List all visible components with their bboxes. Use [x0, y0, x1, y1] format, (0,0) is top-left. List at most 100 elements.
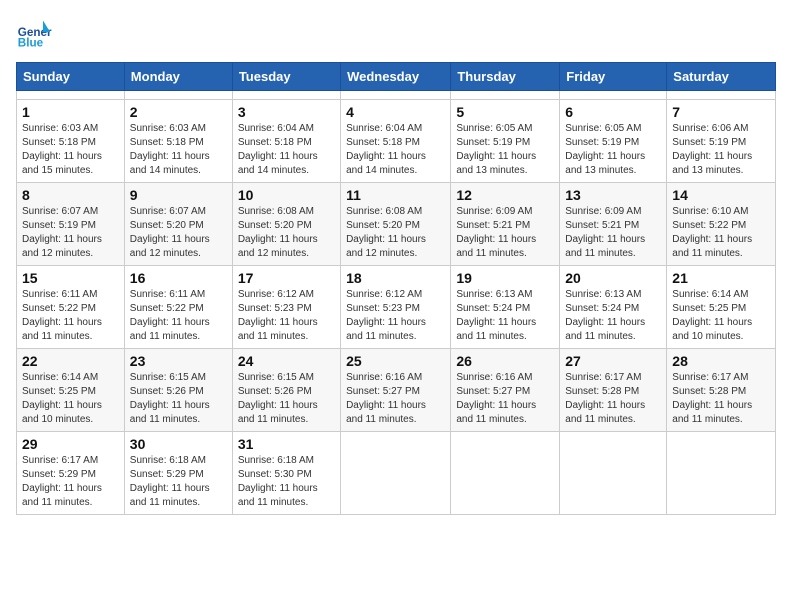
logo: General Blue	[16, 16, 56, 52]
day-number: 2	[130, 104, 227, 120]
day-number: 3	[238, 104, 335, 120]
empty-cell	[451, 91, 560, 100]
day-number: 17	[238, 270, 335, 286]
day-detail: Sunrise: 6:13 AMSunset: 5:24 PMDaylight:…	[565, 289, 645, 342]
dow-header-saturday: Saturday	[667, 63, 776, 91]
day-number: 16	[130, 270, 227, 286]
day-detail: Sunrise: 6:17 AMSunset: 5:28 PMDaylight:…	[672, 372, 752, 425]
day-detail: Sunrise: 6:05 AMSunset: 5:19 PMDaylight:…	[456, 123, 536, 176]
day-number: 4	[346, 104, 445, 120]
day-number: 6	[565, 104, 661, 120]
day-detail: Sunrise: 6:16 AMSunset: 5:27 PMDaylight:…	[346, 372, 426, 425]
empty-cell	[667, 432, 776, 515]
day-number: 29	[22, 436, 119, 452]
calendar-row-6: 29 Sunrise: 6:17 AMSunset: 5:29 PMDaylig…	[17, 432, 776, 515]
day-cell-28: 28 Sunrise: 6:17 AMSunset: 5:28 PMDaylig…	[667, 349, 776, 432]
day-detail: Sunrise: 6:08 AMSunset: 5:20 PMDaylight:…	[238, 206, 318, 259]
day-cell-19: 19 Sunrise: 6:13 AMSunset: 5:24 PMDaylig…	[451, 266, 560, 349]
day-number: 11	[346, 187, 445, 203]
day-detail: Sunrise: 6:14 AMSunset: 5:25 PMDaylight:…	[672, 289, 752, 342]
calendar-row-4: 15 Sunrise: 6:11 AMSunset: 5:22 PMDaylig…	[17, 266, 776, 349]
day-cell-24: 24 Sunrise: 6:15 AMSunset: 5:26 PMDaylig…	[232, 349, 340, 432]
day-cell-21: 21 Sunrise: 6:14 AMSunset: 5:25 PMDaylig…	[667, 266, 776, 349]
day-number: 8	[22, 187, 119, 203]
calendar-row-3: 8 Sunrise: 6:07 AMSunset: 5:19 PMDayligh…	[17, 183, 776, 266]
svg-text:Blue: Blue	[18, 37, 44, 50]
empty-cell	[667, 91, 776, 100]
day-detail: Sunrise: 6:09 AMSunset: 5:21 PMDaylight:…	[565, 206, 645, 259]
day-detail: Sunrise: 6:03 AMSunset: 5:18 PMDaylight:…	[22, 123, 102, 176]
dow-header-monday: Monday	[124, 63, 232, 91]
day-number: 26	[456, 353, 554, 369]
empty-cell	[124, 91, 232, 100]
empty-cell	[341, 91, 451, 100]
day-number: 18	[346, 270, 445, 286]
calendar-row-2: 1 Sunrise: 6:03 AMSunset: 5:18 PMDayligh…	[17, 100, 776, 183]
empty-cell	[232, 91, 340, 100]
day-number: 24	[238, 353, 335, 369]
empty-cell	[560, 432, 667, 515]
day-detail: Sunrise: 6:13 AMSunset: 5:24 PMDaylight:…	[456, 289, 536, 342]
day-detail: Sunrise: 6:14 AMSunset: 5:25 PMDaylight:…	[22, 372, 102, 425]
day-cell-30: 30 Sunrise: 6:18 AMSunset: 5:29 PMDaylig…	[124, 432, 232, 515]
day-detail: Sunrise: 6:05 AMSunset: 5:19 PMDaylight:…	[565, 123, 645, 176]
day-number: 9	[130, 187, 227, 203]
day-cell-23: 23 Sunrise: 6:15 AMSunset: 5:26 PMDaylig…	[124, 349, 232, 432]
day-cell-16: 16 Sunrise: 6:11 AMSunset: 5:22 PMDaylig…	[124, 266, 232, 349]
day-cell-27: 27 Sunrise: 6:17 AMSunset: 5:28 PMDaylig…	[560, 349, 667, 432]
days-of-week-row: SundayMondayTuesdayWednesdayThursdayFrid…	[17, 63, 776, 91]
day-number: 20	[565, 270, 661, 286]
day-cell-6: 6 Sunrise: 6:05 AMSunset: 5:19 PMDayligh…	[560, 100, 667, 183]
day-detail: Sunrise: 6:17 AMSunset: 5:29 PMDaylight:…	[22, 455, 102, 508]
calendar-row-5: 22 Sunrise: 6:14 AMSunset: 5:25 PMDaylig…	[17, 349, 776, 432]
day-cell-7: 7 Sunrise: 6:06 AMSunset: 5:19 PMDayligh…	[667, 100, 776, 183]
day-cell-29: 29 Sunrise: 6:17 AMSunset: 5:29 PMDaylig…	[17, 432, 125, 515]
day-number: 31	[238, 436, 335, 452]
day-cell-12: 12 Sunrise: 6:09 AMSunset: 5:21 PMDaylig…	[451, 183, 560, 266]
empty-cell	[451, 432, 560, 515]
day-cell-26: 26 Sunrise: 6:16 AMSunset: 5:27 PMDaylig…	[451, 349, 560, 432]
day-detail: Sunrise: 6:12 AMSunset: 5:23 PMDaylight:…	[238, 289, 318, 342]
dow-header-sunday: Sunday	[17, 63, 125, 91]
empty-cell	[560, 91, 667, 100]
day-number: 30	[130, 436, 227, 452]
day-number: 21	[672, 270, 770, 286]
day-number: 22	[22, 353, 119, 369]
day-detail: Sunrise: 6:04 AMSunset: 5:18 PMDaylight:…	[238, 123, 318, 176]
day-cell-25: 25 Sunrise: 6:16 AMSunset: 5:27 PMDaylig…	[341, 349, 451, 432]
day-detail: Sunrise: 6:09 AMSunset: 5:21 PMDaylight:…	[456, 206, 536, 259]
day-number: 7	[672, 104, 770, 120]
day-detail: Sunrise: 6:07 AMSunset: 5:20 PMDaylight:…	[130, 206, 210, 259]
day-detail: Sunrise: 6:11 AMSunset: 5:22 PMDaylight:…	[130, 289, 210, 342]
calendar-body: 1 Sunrise: 6:03 AMSunset: 5:18 PMDayligh…	[17, 91, 776, 515]
day-number: 25	[346, 353, 445, 369]
day-number: 13	[565, 187, 661, 203]
day-detail: Sunrise: 6:06 AMSunset: 5:19 PMDaylight:…	[672, 123, 752, 176]
day-detail: Sunrise: 6:18 AMSunset: 5:30 PMDaylight:…	[238, 455, 318, 508]
day-cell-18: 18 Sunrise: 6:12 AMSunset: 5:23 PMDaylig…	[341, 266, 451, 349]
day-detail: Sunrise: 6:15 AMSunset: 5:26 PMDaylight:…	[130, 372, 210, 425]
dow-header-tuesday: Tuesday	[232, 63, 340, 91]
day-cell-17: 17 Sunrise: 6:12 AMSunset: 5:23 PMDaylig…	[232, 266, 340, 349]
day-cell-22: 22 Sunrise: 6:14 AMSunset: 5:25 PMDaylig…	[17, 349, 125, 432]
day-detail: Sunrise: 6:16 AMSunset: 5:27 PMDaylight:…	[456, 372, 536, 425]
day-cell-11: 11 Sunrise: 6:08 AMSunset: 5:20 PMDaylig…	[341, 183, 451, 266]
day-detail: Sunrise: 6:15 AMSunset: 5:26 PMDaylight:…	[238, 372, 318, 425]
day-detail: Sunrise: 6:08 AMSunset: 5:20 PMDaylight:…	[346, 206, 426, 259]
empty-cell	[17, 91, 125, 100]
day-number: 5	[456, 104, 554, 120]
day-number: 23	[130, 353, 227, 369]
day-cell-4: 4 Sunrise: 6:04 AMSunset: 5:18 PMDayligh…	[341, 100, 451, 183]
day-cell-14: 14 Sunrise: 6:10 AMSunset: 5:22 PMDaylig…	[667, 183, 776, 266]
day-number: 28	[672, 353, 770, 369]
day-cell-10: 10 Sunrise: 6:08 AMSunset: 5:20 PMDaylig…	[232, 183, 340, 266]
dow-header-thursday: Thursday	[451, 63, 560, 91]
dow-header-wednesday: Wednesday	[341, 63, 451, 91]
day-detail: Sunrise: 6:03 AMSunset: 5:18 PMDaylight:…	[130, 123, 210, 176]
day-cell-1: 1 Sunrise: 6:03 AMSunset: 5:18 PMDayligh…	[17, 100, 125, 183]
day-cell-13: 13 Sunrise: 6:09 AMSunset: 5:21 PMDaylig…	[560, 183, 667, 266]
page-header: General Blue	[16, 16, 776, 52]
day-cell-9: 9 Sunrise: 6:07 AMSunset: 5:20 PMDayligh…	[124, 183, 232, 266]
day-detail: Sunrise: 6:12 AMSunset: 5:23 PMDaylight:…	[346, 289, 426, 342]
empty-cell	[341, 432, 451, 515]
